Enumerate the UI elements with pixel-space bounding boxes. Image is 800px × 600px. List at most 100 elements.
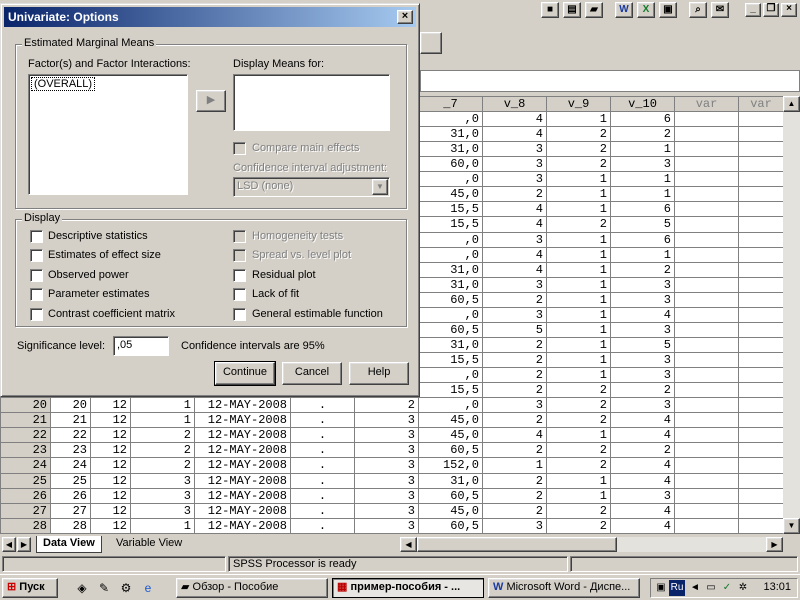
grid-cell[interactable]: 2 bbox=[482, 502, 547, 519]
grid-cell[interactable]: 2 bbox=[130, 457, 195, 474]
bug-icon[interactable]: ✲ bbox=[735, 580, 751, 596]
grid-cell[interactable]: ,0 bbox=[418, 231, 483, 248]
grid-cell[interactable] bbox=[738, 336, 784, 354]
grid-cell[interactable]: 2 bbox=[546, 156, 611, 173]
horizontal-scrollbar[interactable]: ◀ ▶ bbox=[400, 537, 783, 552]
general-estimable-function-checkbox[interactable] bbox=[233, 308, 246, 321]
task-button[interactable]: W Microsoft Word - Диспе... bbox=[488, 578, 640, 598]
grid-cell[interactable]: 2 bbox=[610, 126, 675, 143]
grid-cell[interactable]: 2 bbox=[130, 442, 195, 459]
row-header[interactable]: 21 bbox=[0, 412, 51, 429]
grid-cell[interactable]: 1 bbox=[482, 457, 547, 474]
folder-icon[interactable]: ▰ bbox=[585, 2, 603, 18]
colored-squares-icon[interactable]: ■ bbox=[541, 2, 559, 18]
grid-cell[interactable]: 2 bbox=[482, 351, 547, 369]
grid-cell[interactable]: 31,0 bbox=[418, 336, 483, 354]
grid-cell[interactable]: . bbox=[290, 397, 355, 414]
grid-cell[interactable] bbox=[674, 336, 739, 354]
grid-cell[interactable] bbox=[674, 261, 739, 278]
grid-cell[interactable]: 22 bbox=[50, 427, 91, 444]
grid-cell[interactable]: 2 bbox=[482, 382, 547, 399]
grid-cell[interactable]: 2 bbox=[482, 367, 547, 384]
significance-level-input[interactable]: ,05 bbox=[113, 336, 169, 356]
word-icon[interactable]: W bbox=[615, 2, 633, 18]
grid-cell[interactable]: . bbox=[290, 517, 355, 535]
grid-cell[interactable]: 4 bbox=[482, 261, 547, 278]
grid-cell[interactable]: 15,5 bbox=[418, 216, 483, 233]
grid-cell[interactable] bbox=[674, 231, 739, 248]
parameter-estimates-checkbox[interactable] bbox=[30, 288, 43, 301]
grid-cell[interactable]: 2 bbox=[546, 382, 611, 399]
help-button[interactable]: Help bbox=[349, 362, 409, 385]
grid-cell[interactable] bbox=[738, 502, 784, 519]
grid-cell[interactable]: 1 bbox=[546, 291, 611, 308]
grid-cell[interactable] bbox=[738, 397, 784, 414]
grid-cell[interactable]: 3 bbox=[482, 156, 547, 173]
grid-cell[interactable]: . bbox=[290, 472, 355, 489]
minimize-icon[interactable]: _ bbox=[745, 3, 761, 17]
grid-cell[interactable]: 1 bbox=[546, 367, 611, 384]
search-icon[interactable]: ⌕ bbox=[689, 2, 707, 18]
grid-cell[interactable]: 4 bbox=[610, 457, 675, 474]
grid-cell[interactable]: 1 bbox=[546, 276, 611, 293]
grid-cell[interactable] bbox=[674, 367, 739, 384]
grid-cell[interactable]: 1 bbox=[546, 171, 611, 188]
grid-cell[interactable]: 12-MAY-2008 bbox=[194, 412, 291, 429]
grid-cell[interactable] bbox=[738, 141, 784, 158]
grid-cell[interactable]: 12 bbox=[90, 472, 131, 489]
grid-cell[interactable]: 1 bbox=[130, 397, 195, 414]
grid-cell[interactable] bbox=[674, 216, 739, 233]
chevron-down-icon[interactable]: ▼ bbox=[372, 179, 388, 195]
grid-cell[interactable]: 1 bbox=[130, 517, 195, 535]
network-icon[interactable]: ⚙ bbox=[118, 580, 134, 596]
scroll-thumb[interactable] bbox=[417, 537, 617, 552]
grid-cell[interactable]: 60,5 bbox=[418, 291, 483, 308]
grid-cell[interactable]: 3 bbox=[482, 397, 547, 414]
grid-cell[interactable]: 2 bbox=[482, 336, 547, 354]
grid-cell[interactable]: 12-MAY-2008 bbox=[194, 487, 291, 504]
grid-cell[interactable]: ,0 bbox=[418, 171, 483, 188]
grid-cell[interactable]: 2 bbox=[546, 397, 611, 414]
grid-cell[interactable]: 2 bbox=[130, 427, 195, 444]
grid-cell[interactable]: 1 bbox=[130, 412, 195, 429]
row-header[interactable]: 23 bbox=[0, 442, 51, 459]
grid-cell[interactable]: 4 bbox=[482, 246, 547, 263]
grid-cell[interactable]: 25 bbox=[50, 472, 91, 489]
grid-cell[interactable]: 3 bbox=[130, 472, 195, 489]
column-header[interactable]: var bbox=[738, 96, 784, 112]
grid-cell[interactable] bbox=[738, 231, 784, 248]
grid-cell[interactable] bbox=[738, 156, 784, 173]
grid-cell[interactable]: 12-MAY-2008 bbox=[194, 472, 291, 489]
grid-cell[interactable]: 12-MAY-2008 bbox=[194, 397, 291, 414]
grid-cell[interactable] bbox=[738, 110, 784, 128]
grid-cell[interactable]: 5 bbox=[482, 321, 547, 338]
grid-cell[interactable]: 2 bbox=[546, 502, 611, 519]
close-icon[interactable]: × bbox=[781, 3, 797, 17]
grid-cell[interactable]: 4 bbox=[610, 502, 675, 519]
grid-cell[interactable] bbox=[674, 321, 739, 338]
grid-cell[interactable]: 4 bbox=[482, 110, 547, 128]
grid-cell[interactable]: . bbox=[290, 412, 355, 429]
grid-cell[interactable]: . bbox=[290, 487, 355, 504]
grid-cell[interactable]: 4 bbox=[482, 126, 547, 143]
grid-cell[interactable]: 3 bbox=[610, 291, 675, 308]
grid-cell[interactable]: 2 bbox=[482, 291, 547, 308]
grid-cell[interactable]: 12 bbox=[90, 487, 131, 504]
grid-cell[interactable]: 1 bbox=[610, 246, 675, 263]
powerpoint-icon[interactable]: ▣ bbox=[659, 2, 677, 18]
move-right-button[interactable]: ▶ bbox=[196, 90, 226, 112]
grid-cell[interactable]: 2 bbox=[482, 442, 547, 459]
grid-cell[interactable]: . bbox=[290, 502, 355, 519]
grid-cell[interactable]: 23 bbox=[50, 442, 91, 459]
grid-cell[interactable]: 1 bbox=[546, 186, 611, 203]
grid-cell[interactable] bbox=[738, 216, 784, 233]
grid-cell[interactable]: 3 bbox=[130, 502, 195, 519]
envelope-icon[interactable]: ✉ bbox=[711, 2, 729, 18]
continue-button[interactable]: Continue bbox=[214, 361, 276, 386]
grid-cell[interactable]: ,0 bbox=[418, 110, 483, 128]
grid-cell[interactable]: 3 bbox=[354, 487, 419, 504]
grid-cell[interactable]: 2 bbox=[482, 487, 547, 504]
grid-cell[interactable] bbox=[674, 141, 739, 158]
grid-cell[interactable]: 12-MAY-2008 bbox=[194, 502, 291, 519]
grid-cell[interactable]: 15,5 bbox=[418, 382, 483, 399]
